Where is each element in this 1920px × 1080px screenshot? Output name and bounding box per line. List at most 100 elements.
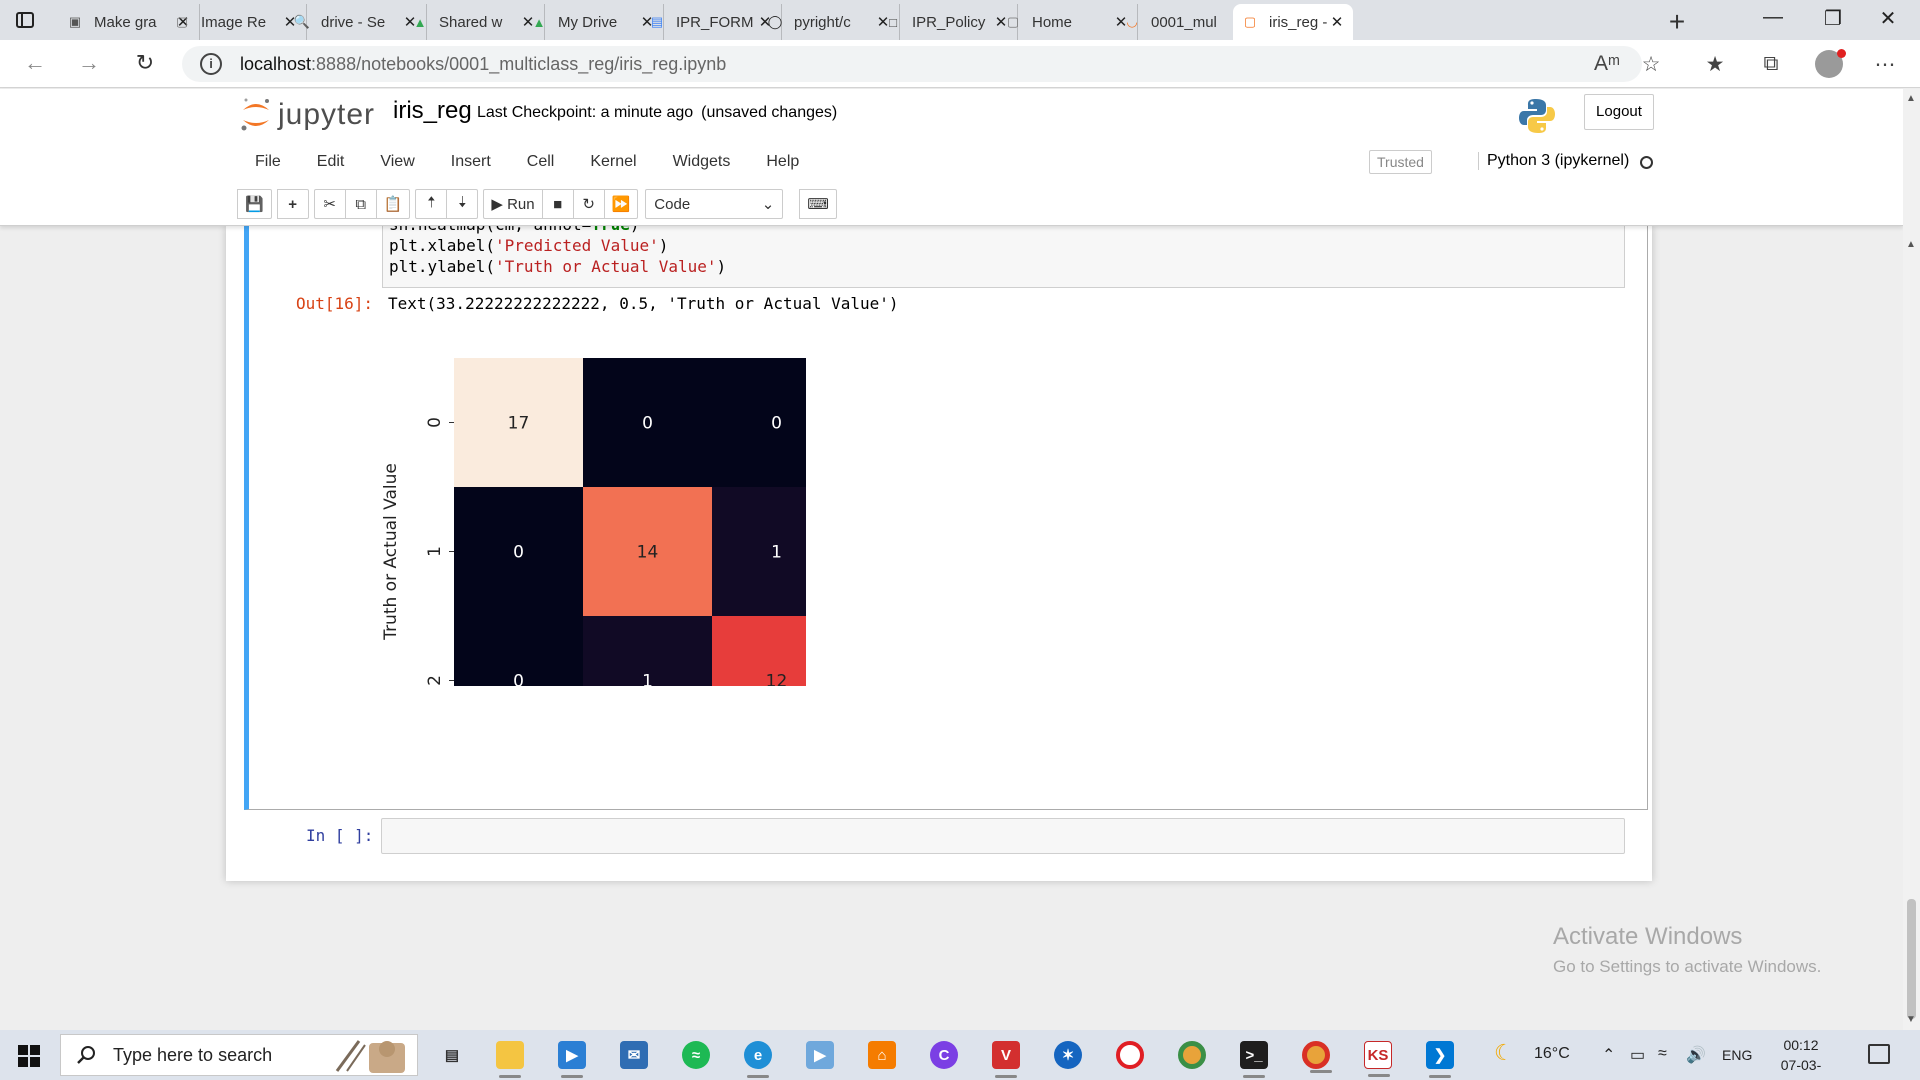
trusted-indicator[interactable]: Trusted (1369, 150, 1432, 174)
watermark-subtitle: Go to Settings to activate Windows. (1553, 957, 1822, 976)
heatmap-cell-label: 14 (637, 543, 659, 563)
tab-actions-icon[interactable] (14, 9, 36, 31)
forward-button[interactable]: → (74, 50, 104, 76)
restart-run-all-button[interactable]: ⏩ (603, 189, 639, 219)
confusion-matrix-heatmap: 170001410112012012Predicted ValueTruth o… (381, 358, 806, 687)
notebook-name[interactable]: iris_reg (393, 97, 472, 125)
app-ks-icon[interactable]: KS (1364, 1041, 1392, 1077)
heatmap-cell-label: 0 (771, 414, 782, 434)
cell-type-value: Code (654, 195, 691, 213)
input-prompt: In [ ]: (306, 826, 374, 845)
file-explorer-icon[interactable] (496, 1041, 524, 1078)
video-editor-icon[interactable]: ▶ (558, 1041, 586, 1078)
url-bar[interactable]: i localhost:8888/notebooks/0001_multicla… (182, 46, 1642, 82)
app-star-icon[interactable]: ✶ (1054, 1041, 1082, 1069)
search-highlight-illustration-icon (335, 1040, 405, 1073)
close-window-button[interactable]: ✕ (1868, 6, 1908, 31)
chrome-profile-icon[interactable] (1302, 1041, 1332, 1073)
app-icon[interactable]: V (992, 1041, 1020, 1078)
weather-icon[interactable]: ☾ (1494, 1040, 1514, 1066)
scroll-up-arrow-icon[interactable]: ▲ (1906, 93, 1916, 104)
restart-button[interactable]: ↻ (572, 189, 605, 219)
move-down-button[interactable]: 🠣 (446, 189, 479, 219)
chrome-icon[interactable] (1178, 1041, 1206, 1069)
heatmap-cell-label: 1 (771, 543, 782, 563)
notifications-icon[interactable] (1868, 1044, 1890, 1064)
profile-avatar[interactable] (1815, 49, 1846, 78)
temperature[interactable]: 16°C (1534, 1045, 1570, 1063)
collections-icon[interactable]: ⧉ (1756, 52, 1786, 76)
empty-code-cell[interactable] (381, 818, 1625, 854)
spotify-icon[interactable]: ≈ (682, 1041, 710, 1069)
heatmap-cell (712, 487, 806, 616)
pdf-icon: □ (889, 14, 897, 30)
read-aloud-icon[interactable]: Aᵐ (1592, 52, 1622, 76)
xampp-icon[interactable]: ⌂ (868, 1041, 896, 1069)
new-tab-button[interactable]: + (1662, 6, 1692, 38)
windows-start-icon[interactable] (18, 1045, 40, 1067)
run-icon: ▶ (491, 196, 508, 213)
minimize-button[interactable]: — (1753, 6, 1793, 29)
menu-view[interactable]: View (362, 153, 432, 171)
restore-button[interactable]: ❐ (1813, 6, 1853, 31)
vscode-icon[interactable]: ❯ (1426, 1041, 1454, 1078)
output-prompt: Out[16]: (296, 294, 374, 313)
scroll-up-arrow-icon[interactable]: ▲ (1906, 239, 1916, 250)
opera-icon[interactable] (1116, 1041, 1144, 1069)
wifi-icon[interactable]: ≈ (1658, 1045, 1667, 1063)
command-palette-button[interactable]: ⌨ (799, 189, 837, 219)
save-button[interactable]: 💾 (237, 189, 272, 219)
page-scrollbar[interactable]: ▲ ▲ ▼ (1903, 89, 1920, 1030)
back-button[interactable]: ← (20, 50, 50, 76)
input-language[interactable]: ENG (1722, 1047, 1752, 1063)
mail-icon[interactable]: ✉ (620, 1041, 648, 1069)
kernel-name[interactable]: Python 3 (ipykernel) (1478, 152, 1629, 170)
move-up-button[interactable]: 🠡 (415, 189, 448, 219)
copy-button[interactable]: ⧉ (344, 189, 377, 219)
site-info-icon[interactable]: i (200, 53, 222, 75)
y-axis-label: Truth or Actual Value (381, 463, 401, 641)
show-hidden-icons-icon[interactable]: ⌃ (1602, 1045, 1615, 1065)
run-button[interactable]: ▶ Run (483, 189, 543, 219)
favorites-icon[interactable]: ★ (1700, 52, 1730, 77)
code-editor[interactable]: sn.heatmap(cm, annot=True) plt.xlabel('P… (382, 226, 1625, 288)
notebook-area[interactable]: sn.heatmap(cm, annot=True) plt.xlabel('P… (0, 226, 1903, 1030)
cut-button[interactable]: ✂ (313, 189, 346, 219)
more-menu-icon[interactable]: ⋯ (1870, 52, 1900, 77)
browser-tab-active[interactable]: ▢ iris_reg - ✕ (1233, 4, 1353, 40)
media-player-icon[interactable]: ▶ (806, 1041, 834, 1069)
interrupt-button[interactable]: ■ (541, 189, 574, 219)
logout-button[interactable]: Logout (1584, 94, 1654, 130)
jupyter-logo-icon (241, 98, 269, 131)
insert-cell-button[interactable]: + (276, 189, 309, 219)
menu-widgets[interactable]: Widgets (655, 153, 749, 171)
jupyter-header: jupyter iris_reg Last Checkpoint: a minu… (0, 89, 1903, 226)
refresh-button[interactable]: ↻ (130, 50, 160, 76)
task-view-icon[interactable]: ▤ (438, 1041, 466, 1069)
jupyter-logo[interactable]: jupyter (240, 95, 375, 135)
menu-kernel[interactable]: Kernel (572, 153, 654, 171)
scrollbar-thumb[interactable] (1907, 899, 1916, 1019)
run-label: Run (507, 195, 535, 213)
close-tab-icon[interactable]: ✕ (1329, 13, 1345, 31)
add-favorite-icon[interactable]: ☆ (1636, 52, 1666, 77)
cell-type-select[interactable]: Code ⌄ (645, 189, 784, 219)
battery-icon[interactable]: ▭ (1630, 1045, 1645, 1065)
taskbar-search-box[interactable]: Type here to search (60, 1034, 418, 1076)
heatmap-cell-label: 12 (766, 672, 788, 687)
paste-button[interactable]: 📋 (375, 189, 411, 219)
menu-cell[interactable]: Cell (509, 153, 573, 171)
canva-icon[interactable]: C (930, 1041, 958, 1069)
system-clock[interactable]: 00:12 07-03-2023 (1766, 1035, 1836, 1080)
heatmap-cell (712, 358, 806, 487)
heatmap-cell-label: 0 (513, 672, 524, 687)
menu-insert[interactable]: Insert (433, 153, 509, 171)
scroll-down-arrow-icon[interactable]: ▼ (1906, 1014, 1916, 1025)
menu-edit[interactable]: Edit (299, 153, 363, 171)
menu-file[interactable]: File (237, 153, 299, 171)
menu-help[interactable]: Help (748, 153, 817, 171)
tab-title: drive - Se (321, 13, 386, 31)
edge-browser-icon[interactable]: e (744, 1041, 772, 1078)
volume-icon[interactable]: 🔊 (1686, 1045, 1706, 1065)
terminal-icon[interactable]: >_ (1240, 1041, 1268, 1078)
